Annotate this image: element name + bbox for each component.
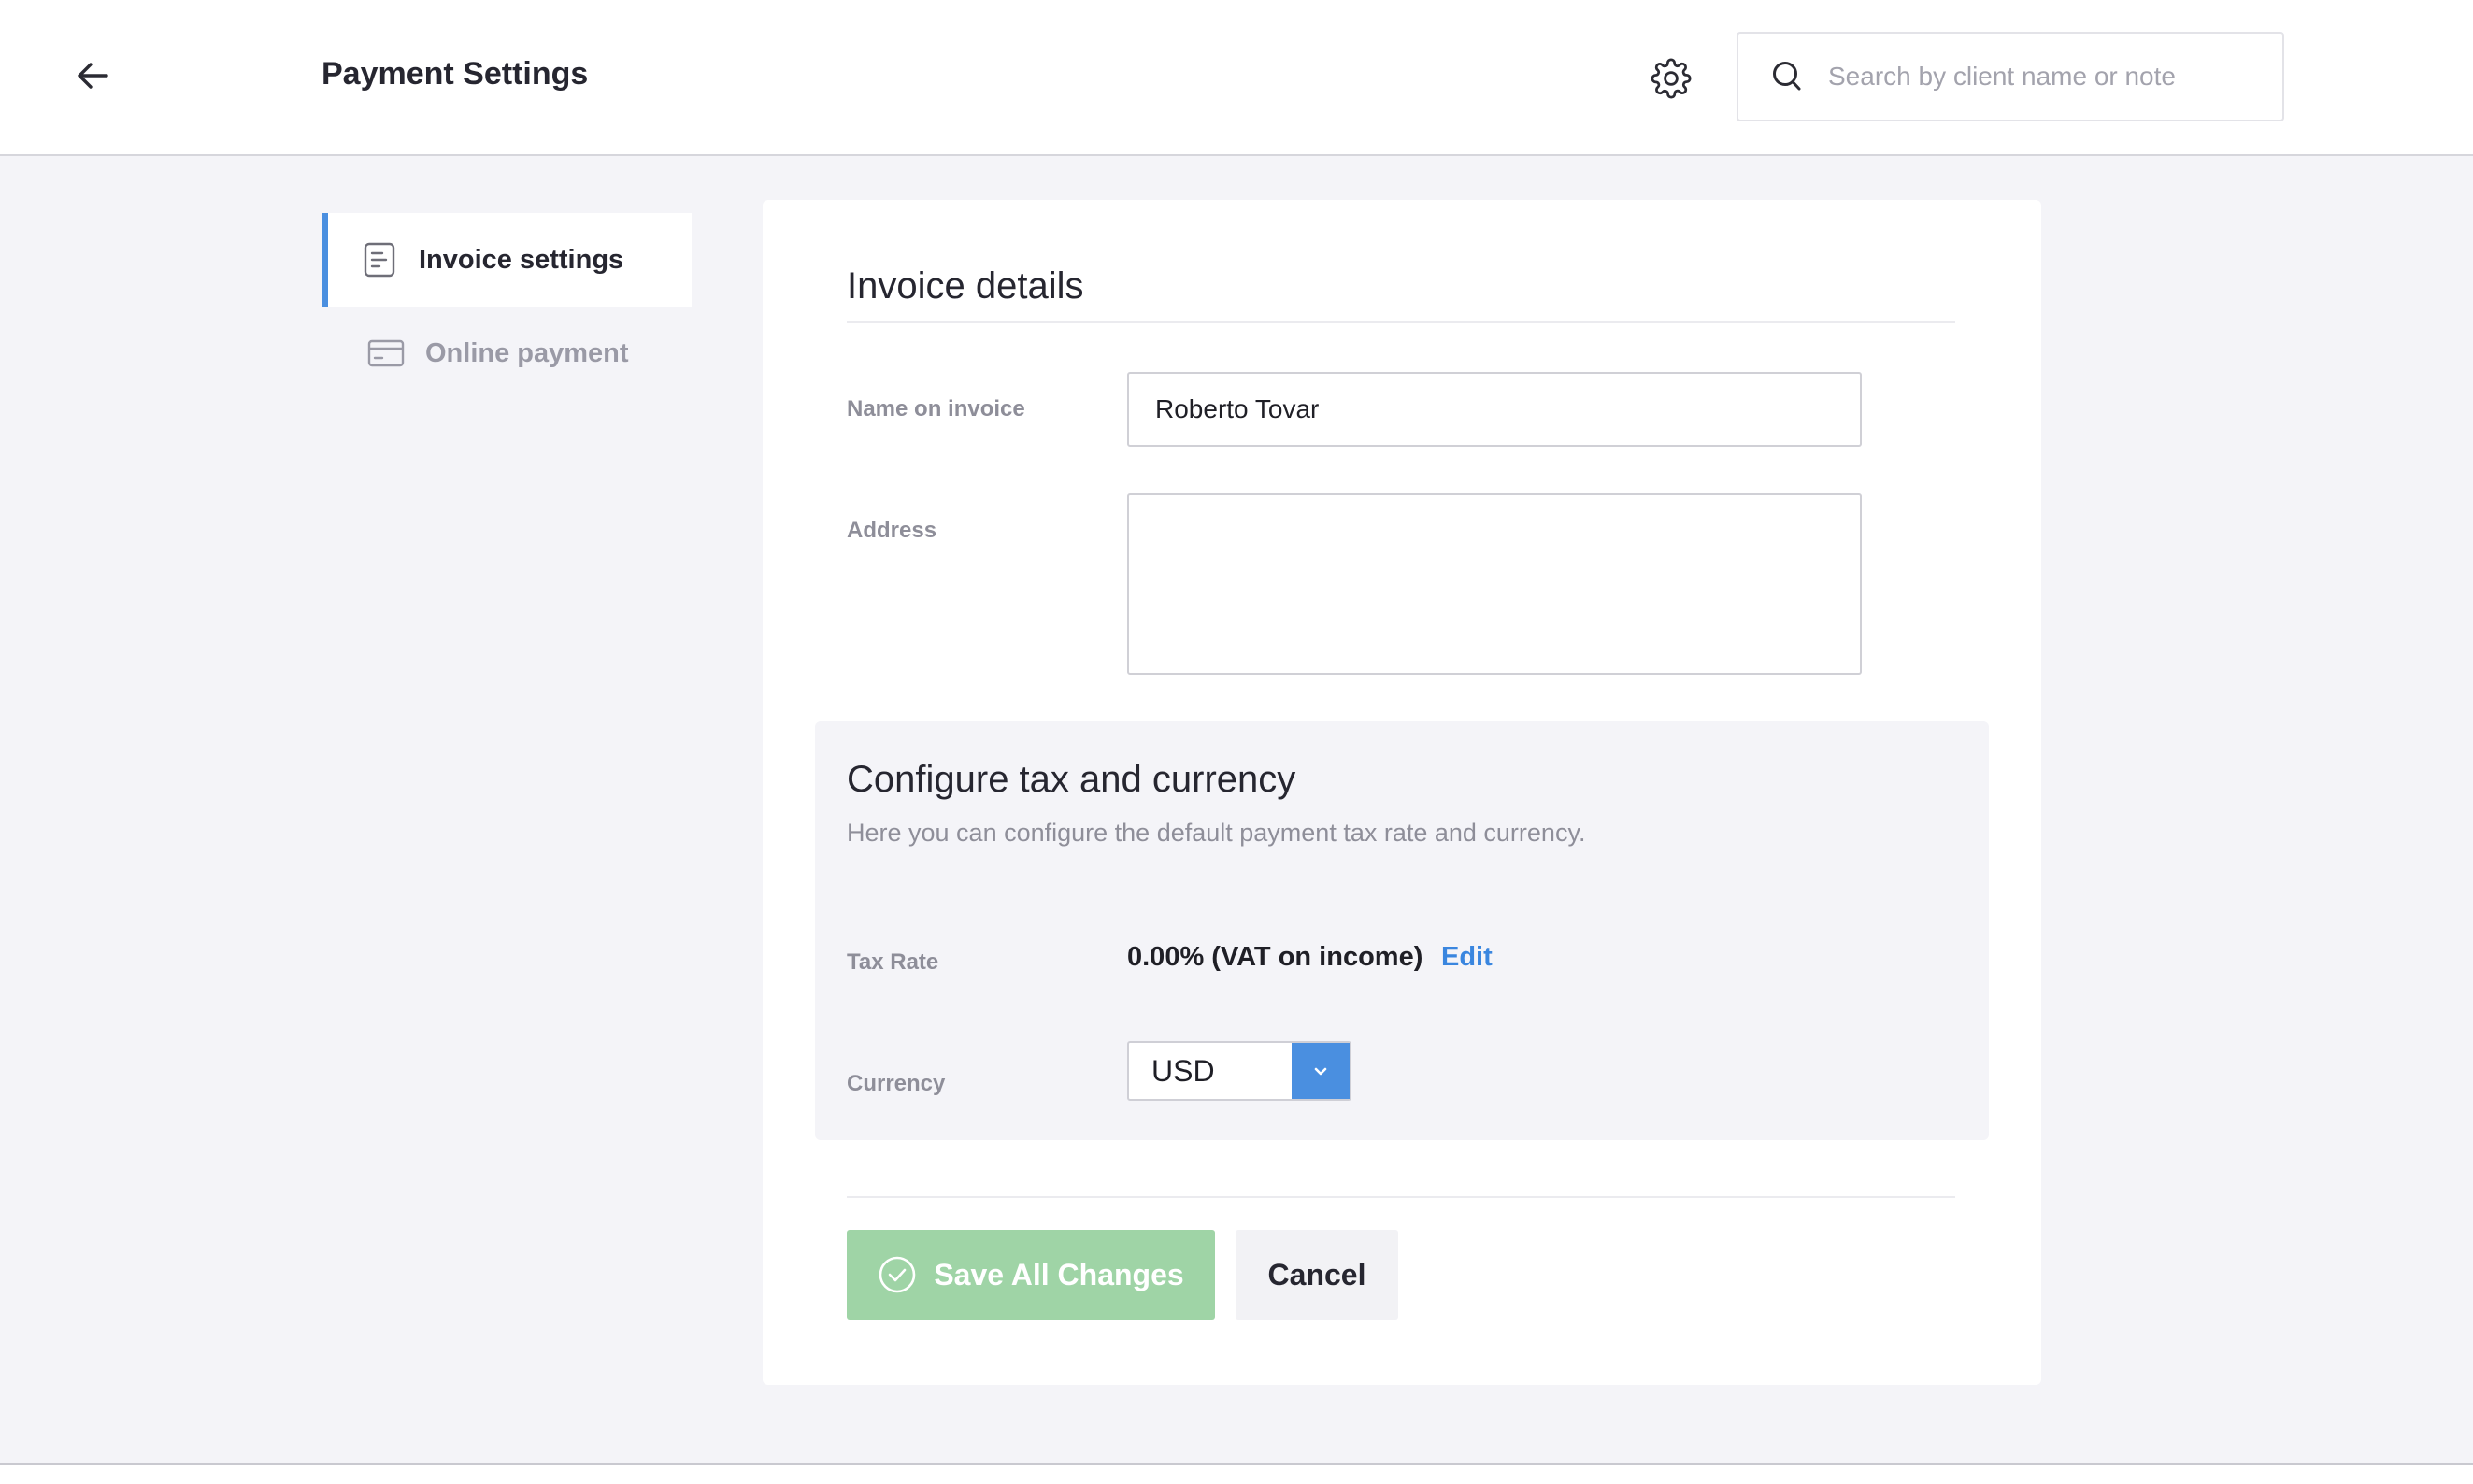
currency-select[interactable]: USD bbox=[1127, 1041, 1351, 1101]
search-box[interactable] bbox=[1737, 32, 2284, 121]
currency-value: USD bbox=[1151, 1053, 1215, 1088]
cancel-button[interactable]: Cancel bbox=[1236, 1230, 1398, 1320]
credit-card-icon bbox=[367, 335, 405, 372]
document-icon bbox=[361, 241, 398, 278]
invoice-settings-card: Invoice details Name on invoice Address … bbox=[763, 200, 2041, 1385]
save-button-label: Save All Changes bbox=[934, 1257, 1184, 1291]
tax-rate-edit-link[interactable]: Edit bbox=[1441, 942, 1493, 973]
sidebar-item-invoice-settings[interactable]: Invoice settings bbox=[322, 213, 692, 307]
bottom-strip bbox=[0, 1465, 2473, 1484]
tax-rate-value: 0.00% (VAT on income) bbox=[1127, 942, 1423, 972]
search-input[interactable] bbox=[1828, 62, 2258, 92]
section-title: Invoice details bbox=[847, 265, 1084, 307]
gear-icon bbox=[1651, 58, 1692, 99]
tax-section-title: Configure tax and currency bbox=[847, 759, 1296, 800]
chevron-down-icon[interactable] bbox=[1292, 1043, 1350, 1099]
save-all-changes-button[interactable]: Save All Changes bbox=[847, 1230, 1215, 1320]
tax-currency-panel: Configure tax and currency Here you can … bbox=[815, 721, 1989, 1140]
currency-label: Currency bbox=[847, 1071, 946, 1096]
address-label: Address bbox=[847, 518, 937, 543]
name-on-invoice-label: Name on invoice bbox=[847, 396, 1025, 421]
arrow-left-icon bbox=[78, 63, 108, 89]
sidebar-item-label: Online payment bbox=[425, 337, 629, 368]
page-title: Payment Settings bbox=[322, 56, 589, 92]
tax-rate-label: Tax Rate bbox=[847, 949, 939, 975]
divider bbox=[847, 1196, 1955, 1198]
settings-button[interactable] bbox=[1645, 52, 1697, 105]
name-on-invoice-input[interactable] bbox=[1127, 372, 1862, 447]
check-circle-icon bbox=[878, 1255, 917, 1294]
top-bar: Payment Settings bbox=[0, 0, 2473, 156]
sidebar-item-label: Invoice settings bbox=[419, 244, 624, 275]
address-input[interactable] bbox=[1127, 493, 1862, 675]
sidebar-item-online-payment[interactable]: Online payment bbox=[322, 307, 692, 400]
back-button[interactable] bbox=[65, 49, 120, 103]
divider bbox=[847, 321, 1955, 323]
tax-section-subtitle: Here you can configure the default payme… bbox=[847, 819, 1586, 847]
sidebar: Invoice settings Online payment bbox=[322, 213, 692, 400]
search-icon bbox=[1768, 58, 1806, 95]
